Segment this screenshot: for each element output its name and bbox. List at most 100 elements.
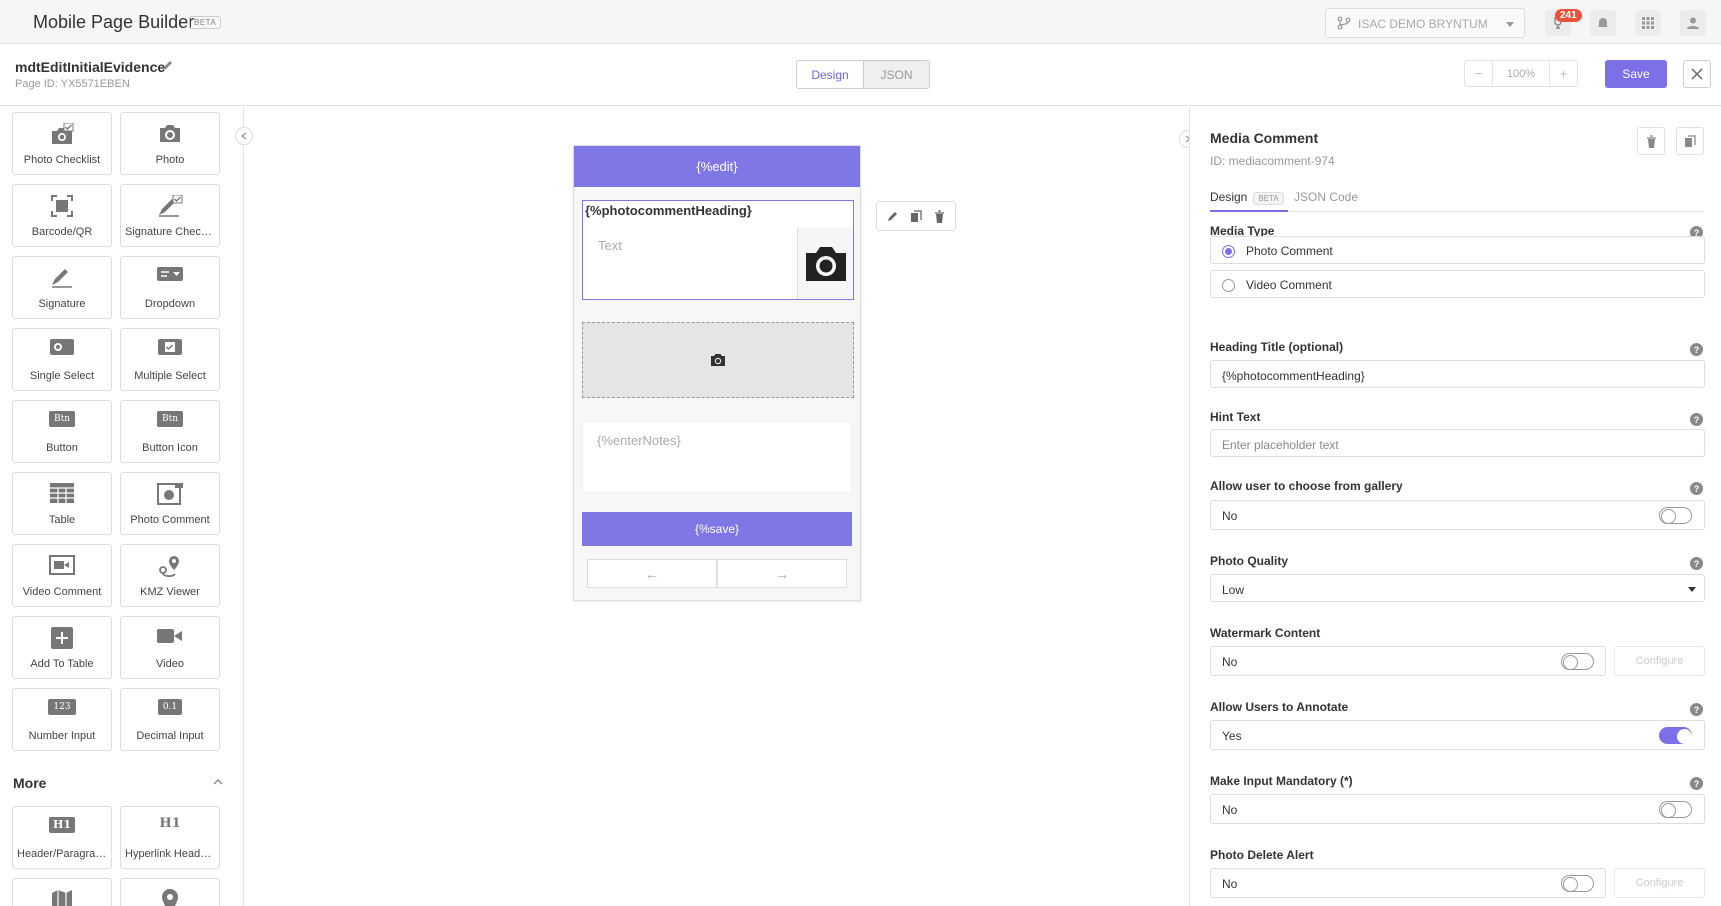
photo-upload-area[interactable] [582, 322, 854, 398]
palette-item-label: Photo Checklist [23, 154, 101, 166]
trash-icon[interactable] [934, 209, 945, 223]
mandatory-toggle[interactable] [1659, 801, 1692, 818]
hint-text-placeholder: Enter placeholder text [1222, 438, 1339, 452]
chevron-up-icon[interactable] [213, 779, 223, 785]
more-section-heading[interactable]: More [13, 775, 46, 791]
palette-item-label: Number Input [28, 730, 96, 742]
palette-item-table[interactable]: Table [12, 472, 112, 535]
delete-alert-toggle[interactable] [1561, 875, 1594, 892]
palette-item-map[interactable] [12, 878, 112, 906]
palette-item-signature[interactable]: Signature [12, 256, 112, 319]
apps-button[interactable] [1635, 10, 1661, 36]
next-button[interactable]: → [717, 559, 847, 588]
pencil-icon[interactable] [161, 59, 174, 72]
photo-quality-select[interactable]: Low [1210, 574, 1705, 602]
delete-alert-configure-button[interactable]: Configure [1614, 868, 1705, 898]
properties-tabs: Design BETA JSON Code [1210, 182, 1704, 212]
radio-photo-comment[interactable]: Photo Comment [1210, 236, 1705, 264]
palette-item-button[interactable]: Btn Button [12, 400, 112, 463]
palette-item-single-select[interactable]: Single Select [12, 328, 112, 391]
zoom-control: − 100% + [1464, 60, 1578, 87]
beta-badge: BETA [1253, 192, 1284, 205]
phone-header[interactable]: {%edit} [574, 146, 860, 187]
hint-text-input[interactable]: Enter placeholder text [1210, 429, 1705, 457]
save-button[interactable]: Save [1605, 60, 1667, 88]
video-icon [121, 627, 219, 645]
heading-title-input[interactable]: {%photocommentHeading} [1210, 360, 1705, 388]
duplicate-component-button[interactable] [1676, 127, 1704, 155]
decimal-input-glyph: 0.1 [157, 699, 183, 715]
design-view-button[interactable]: Design [797, 61, 863, 88]
palette-item-photo-checklist[interactable]: Photo Checklist [12, 112, 112, 175]
watermark-setting: No [1210, 646, 1606, 676]
palette-item-video-comment[interactable]: Video Comment [12, 544, 112, 607]
photo-comment-component[interactable]: {%photocommentHeading} Text [582, 200, 854, 300]
copy-icon[interactable] [910, 209, 923, 223]
palette-item-dropdown[interactable]: Dropdown [120, 256, 220, 319]
signature-checklist-icon [121, 195, 219, 217]
tab-design[interactable]: Design BETA [1210, 182, 1288, 212]
palette-item-label: Hyperlink Heade... [125, 848, 216, 860]
camera-icon[interactable] [798, 227, 853, 299]
bell-icon [1596, 16, 1610, 30]
camera-icon [710, 353, 726, 367]
radio-button[interactable] [1222, 279, 1235, 292]
watermark-toggle[interactable] [1561, 653, 1594, 670]
palette-item-hyperlink-heade[interactable]: H1 Hyperlink Heade... [120, 806, 220, 869]
delete-alert-value: No [1222, 877, 1238, 891]
gallery-label: Allow user to choose from gallery [1210, 479, 1403, 493]
palette-item-add-to-table[interactable]: Add To Table [12, 616, 112, 679]
hyperlink-header-icon: H1 [121, 817, 219, 831]
palette-item-header-paragraph[interactable]: H1 Header/Paragraph [12, 806, 112, 869]
gallery-toggle[interactable] [1659, 507, 1692, 524]
help-icon[interactable]: ? [1690, 413, 1703, 426]
radio-button[interactable] [1222, 245, 1235, 258]
palette-item-label: Video Comment [22, 586, 102, 598]
palette-item-multiple-select[interactable]: Multiple Select [120, 328, 220, 391]
palette-item-location-pin[interactable] [120, 878, 220, 906]
edit-icon[interactable] [887, 210, 899, 222]
chevron-down-icon [1688, 587, 1696, 592]
notifications-button[interactable] [1590, 10, 1616, 36]
single-select-icon [13, 339, 111, 355]
help-icon[interactable]: ? [1690, 482, 1703, 495]
radio-video-comment[interactable]: Video Comment [1210, 270, 1705, 298]
zoom-out-button[interactable]: − [1465, 61, 1493, 86]
palette-item-number-input[interactable]: 123 Number Input [12, 688, 112, 751]
mandatory-setting: No [1210, 794, 1705, 824]
tab-json-code[interactable]: JSON Code [1294, 190, 1358, 204]
previous-button[interactable]: ← [587, 559, 717, 588]
palette-item-photo[interactable]: Photo [120, 112, 220, 175]
delete-component-button[interactable] [1637, 127, 1665, 155]
grid-icon [1641, 16, 1655, 30]
phone-save-button[interactable]: {%save} [582, 512, 852, 546]
mandatory-value: No [1222, 803, 1238, 817]
palette-item-barcode-qr[interactable]: Barcode/QR [12, 184, 112, 247]
palette-item-label: Signature Checklist [125, 226, 219, 238]
collapse-left-panel-button[interactable] [235, 127, 253, 145]
help-icon[interactable]: ? [1690, 343, 1703, 356]
palette-item-decimal-input[interactable]: 0.1 Decimal Input [120, 688, 220, 751]
help-icon[interactable]: ? [1690, 703, 1703, 716]
annotate-setting: Yes [1210, 720, 1705, 750]
json-view-button[interactable]: JSON [863, 61, 929, 88]
help-icon[interactable]: ? [1690, 777, 1703, 790]
palette-item-kmz-viewer[interactable]: KMZ Viewer [120, 544, 220, 607]
annotate-toggle[interactable] [1659, 727, 1692, 744]
palette-item-video[interactable]: Video [120, 616, 220, 679]
button-icon-glyph: Btn [156, 411, 184, 427]
radio-label: Photo Comment [1246, 244, 1333, 258]
palette-item-button-icon[interactable]: Btn Button Icon [120, 400, 220, 463]
page-toolbar: mdtEditInitialEvidence Page ID: YX5571EB… [0, 44, 1721, 106]
photo-comment-text-field[interactable]: Text [584, 227, 798, 299]
close-button[interactable] [1683, 60, 1711, 88]
notes-field[interactable]: {%enterNotes} [582, 421, 852, 493]
view-mode-toggle: Design JSON [796, 60, 930, 89]
zoom-in-button[interactable]: + [1549, 61, 1577, 86]
organization-select[interactable]: ISAC DEMO BRYNTUM [1325, 8, 1525, 38]
palette-item-photo-comment[interactable]: Photo Comment [120, 472, 220, 535]
user-menu-button[interactable] [1680, 10, 1706, 36]
help-icon[interactable]: ? [1690, 557, 1703, 570]
watermark-configure-button[interactable]: Configure [1614, 646, 1705, 676]
palette-item-signature-checklist[interactable]: Signature Checklist [120, 184, 220, 247]
